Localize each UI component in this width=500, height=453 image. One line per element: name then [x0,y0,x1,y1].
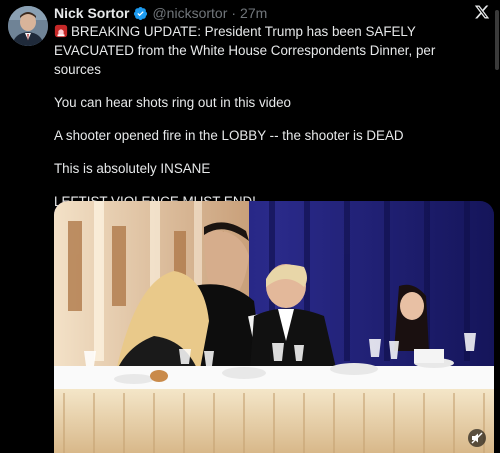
tweet-text: BREAKING UPDATE: President Trump has bee… [54,22,484,225]
timestamp[interactable]: 27m [240,5,267,21]
tweet-line-4: This is absolutely INSANE [54,161,211,176]
tweet-line-text: BREAKING UPDATE: President Trump has bee… [54,24,436,77]
x-logo-icon[interactable] [474,4,490,20]
avatar-photo [8,6,48,46]
tweet-line-3: A shooter opened fire in the LOBBY -- th… [54,128,404,143]
avatar[interactable] [8,6,48,46]
siren-icon [54,24,68,38]
separator-dot: · [231,5,237,21]
video-player[interactable] [54,201,494,453]
tweet-line-2: You can hear shots ring out in this vide… [54,95,291,110]
verified-badge-icon [134,6,148,20]
video-frame [54,201,494,453]
mute-icon[interactable] [468,429,486,447]
tweet-header: Nick Sortor @nicksortor · 27m [54,4,267,22]
author-handle[interactable]: @nicksortor [152,5,227,21]
tweet-line-1: BREAKING UPDATE: President Trump has bee… [54,22,484,79]
scrollbar[interactable] [495,10,499,70]
author-name[interactable]: Nick Sortor [54,5,129,21]
